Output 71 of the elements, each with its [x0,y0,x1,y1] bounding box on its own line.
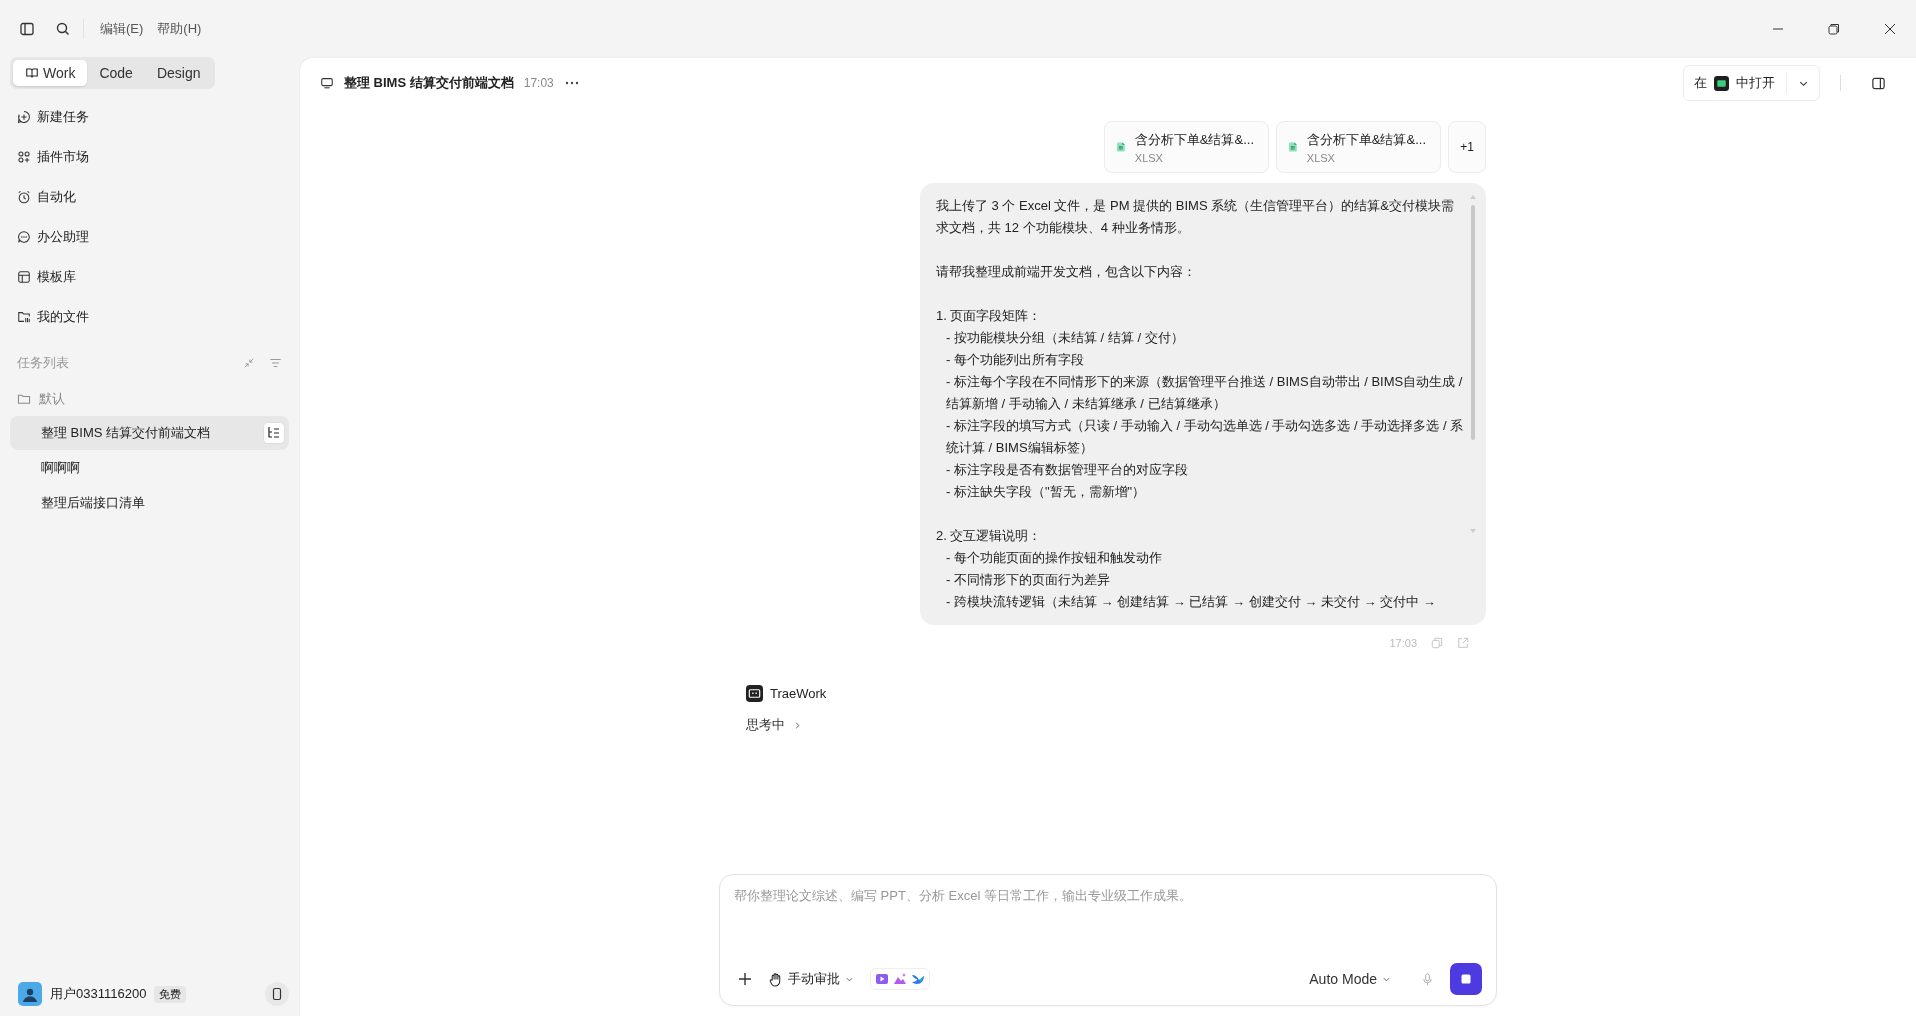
task-item[interactable]: 啊啊啊 [10,451,289,485]
search-icon[interactable] [55,20,71,37]
message-line: - 标注每个字段在不同情形下的来源（数据管理平台推送 / BIMS自动带出 / BIMS自动生成 / 结算新增 / 手动输入 / 未结算继承 / 已结算继承） [945,373,1464,413]
section-title: 任务列表 [17,354,70,372]
nav-icon [17,270,31,284]
message-line: - 标注缺失字段（"暂无，需新增"） [945,483,1147,501]
avatar-icon[interactable] [18,982,42,1006]
add-icon[interactable] [738,972,752,986]
open-in-button[interactable]: 在 中打开 [1683,65,1820,101]
monitor-icon [320,76,334,90]
image-icon [893,972,907,986]
thinking-toggle[interactable]: 思考中 [746,716,802,734]
sidebar-toggle-icon[interactable] [19,20,35,37]
menu-item[interactable]: 帮助(H) [157,19,202,38]
chat-time: 17:03 [523,76,554,90]
assistant-logo-icon [746,685,763,702]
message-line: 1. 页面字段矩阵： [936,307,1043,325]
more-files-button[interactable]: +1 [1448,121,1486,173]
plan-badge: 免费 [154,985,187,1003]
chat-title: 整理 BIMS 结算交付前端文档 [344,74,514,92]
message-line: - 每个功能列出所有字段 [945,351,1085,369]
nav-icon [17,110,31,124]
stop-button[interactable] [1450,963,1482,995]
bird-icon [911,972,925,986]
approval-dropdown[interactable]: 手动审批 [768,970,854,988]
nav-item[interactable]: 新建任务 [10,104,289,130]
nav-icon [17,310,31,324]
message-line: 2. 交互逻辑说明： [936,527,1043,545]
video-icon [875,972,889,986]
message-time: 17:03 [1389,637,1417,649]
mode-tab[interactable]: Work [13,60,88,86]
nav-item[interactable]: 插件市场 [10,144,289,170]
message-line: 请帮我整理成前端开发文档，包含以下内容： [936,263,1197,281]
nav-item[interactable]: 办公助理 [10,224,289,250]
message-line: - 不同情形下的页面行为差异 [945,571,1111,589]
phone-icon[interactable] [265,982,289,1006]
assistant-name: TraeWork [770,686,827,701]
message-line: 我上传了 3 个 Excel 文件，是 PM 提供的 BIMS 系统（生信管理平台）的结算&交付模块需求文档，共 12 个功能模块、4 种业务情形。 [936,197,1455,237]
mode-dropdown[interactable]: Auto Mode [1309,971,1391,987]
prompt-field[interactable]: 帮你整理论文综述、编写 PPT、分析 Excel 等日常工作，输出专业级工作成果。 手动审批 Auto Mode [719,874,1497,1006]
folder-icon [17,393,31,405]
mode-tab[interactable]: Code [87,60,145,86]
task-item[interactable]: 整理后端接口清单 [10,486,289,520]
message-line: - 标注字段的填写方式（只读 / 手动输入 / 手动勾选单选 / 手动勾选多选 / 手动选择多选 / 系统计算 / BIMS编辑标签） [945,417,1464,457]
user-name: 用户0331116200 [50,985,147,1003]
scrollbar-icon[interactable] [1470,195,1476,535]
message-line: - 标注字段是否有数据管理平台的对应字段 [945,461,1189,479]
task-item[interactable]: 整理 BIMS 结算交付前端文档 [10,416,289,450]
hand-icon [768,971,783,987]
book-icon [25,66,39,80]
restore-icon[interactable] [1828,22,1840,35]
message-line: - 按功能模块分组（未结算 / 结算 / 交付） [945,329,1185,347]
tool-shortcuts[interactable] [870,968,930,990]
nav-item[interactable]: 模板库 [10,264,289,290]
file-card[interactable]: 含分析下单&结算&... XLSX [1276,121,1441,173]
side-panel-icon[interactable] [1871,75,1886,91]
outline-icon[interactable] [263,422,285,444]
nav-icon [17,150,31,164]
message-line: - 跨模块流转逻辑（未结算 → 创建结算 → 已结算 → 创建交付 → 未交付 → 交付中 → [945,593,1437,611]
filter-icon[interactable] [269,357,282,369]
close-icon[interactable] [1884,22,1896,35]
app-icon [1714,75,1729,91]
nav-icon [17,190,31,204]
menu-item[interactable]: 编辑(E) [100,19,144,38]
nav-icon [17,230,31,244]
message-line: - 每个功能页面的操作按钮和触发动作 [945,549,1163,567]
nav-item[interactable]: 我的文件 [10,304,289,330]
nav-item[interactable]: 自动化 [10,184,289,210]
chevron-icon [793,720,802,730]
file-card[interactable]: 含分析下单&结算&... XLSX [1104,121,1269,173]
mode-tab[interactable]: Design [144,60,213,86]
